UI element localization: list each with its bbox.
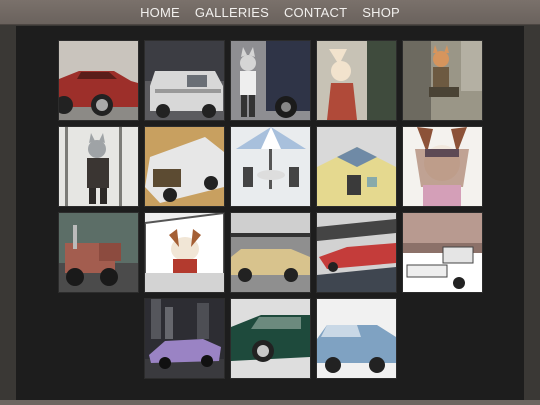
nav-shop-link[interactable]: SHOP <box>362 5 400 20</box>
gallery-thumb-cat-figure-by-truck[interactable] <box>230 40 311 121</box>
gallery-thumb-fox-girl-with-goggles[interactable] <box>402 126 483 207</box>
gallery-thumb-fox-sitting-in-city[interactable] <box>402 40 483 121</box>
nav-home-link[interactable]: HOME <box>140 5 180 20</box>
gallery-thumb-blue-pickup-truck[interactable] <box>316 298 397 379</box>
gallery-thumb-fox-in-red-jacket[interactable] <box>316 40 397 121</box>
nav-galleries-link[interactable]: GALLERIES <box>195 5 269 20</box>
gallery-thumb-red-car-on-street[interactable] <box>316 212 397 293</box>
main-nav: HOME GALLERIES CONTACT SHOP <box>0 0 540 24</box>
gallery-panel <box>16 26 524 400</box>
gallery-thumb-dog-driving-car[interactable] <box>144 212 225 293</box>
page-footer-strip <box>0 400 540 405</box>
gallery-thumb-purple-sports-car[interactable] <box>144 298 225 379</box>
gallery-thumb-red-semi-truck[interactable] <box>58 212 139 293</box>
gallery-thumb-red-classic-car[interactable] <box>58 40 139 121</box>
gallery-thumb-patio-umbrella-table[interactable] <box>230 126 311 207</box>
gallery-thumb-green-sedan[interactable] <box>230 298 311 379</box>
gallery-thumb-isometric-building[interactable] <box>316 126 397 207</box>
gallery-thumb-tan-sedan-at-station[interactable] <box>230 212 311 293</box>
gallery-thumb-white-pickup-truck[interactable] <box>402 212 483 293</box>
gallery-thumb-white-van-street[interactable] <box>144 40 225 121</box>
gallery-thumb-white-truck-with-cargo[interactable] <box>144 126 225 207</box>
nav-contact-link[interactable]: CONTACT <box>284 5 347 20</box>
gallery-thumb-cat-in-snowy-forest[interactable] <box>58 126 139 207</box>
